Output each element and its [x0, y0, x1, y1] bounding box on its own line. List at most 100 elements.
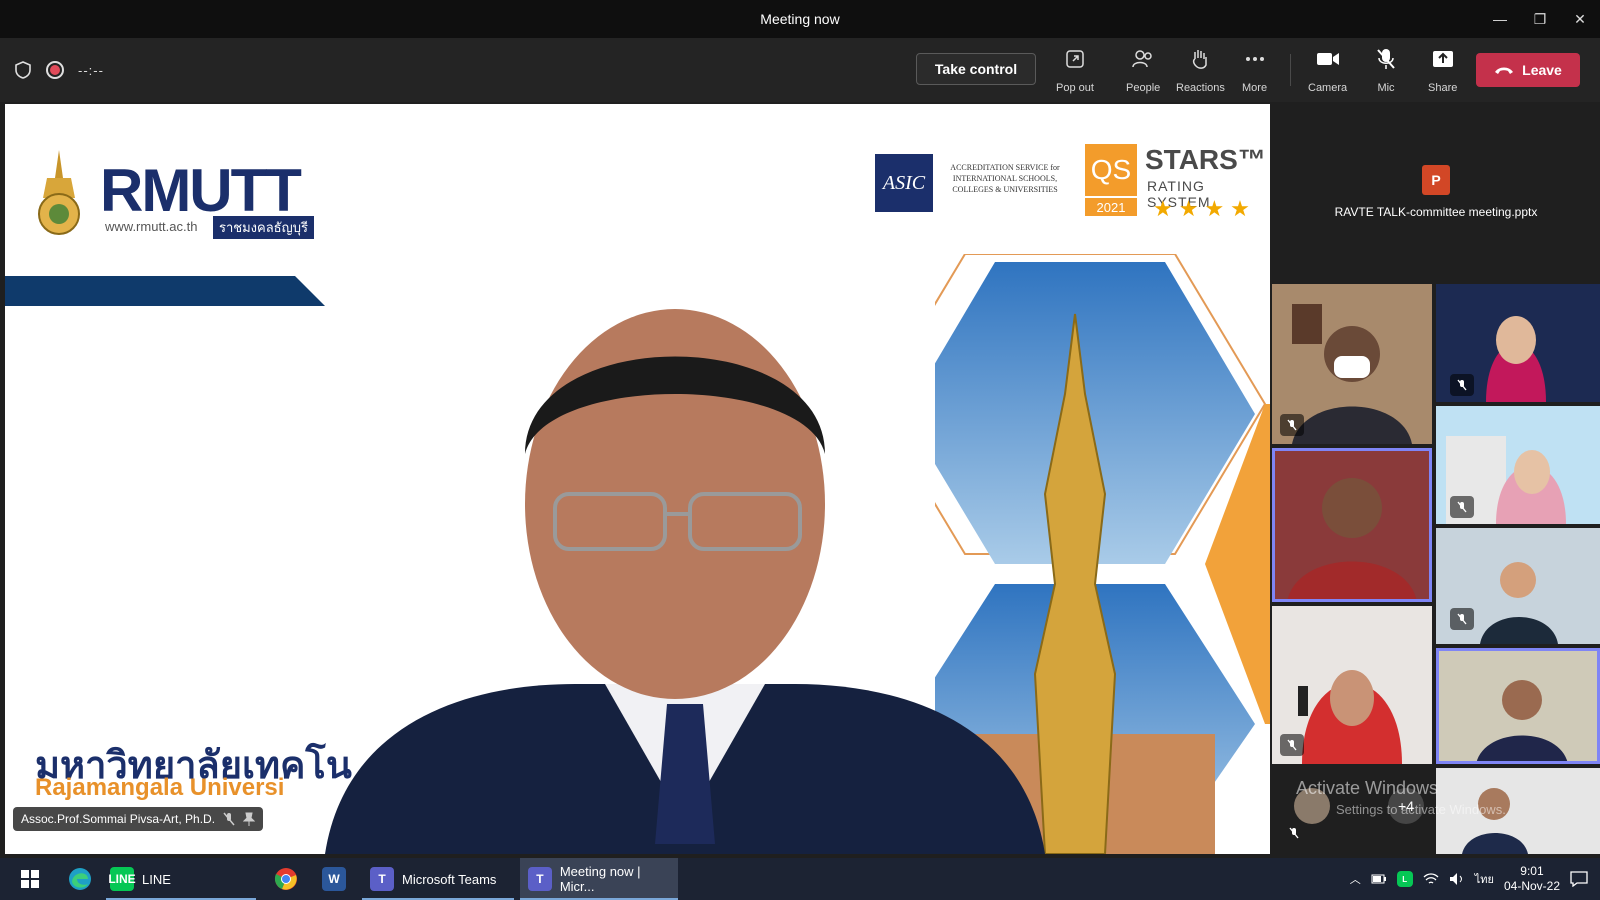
- toolbar-divider: [1290, 54, 1291, 86]
- chrome-icon: [274, 868, 297, 890]
- more-label: More: [1242, 82, 1268, 94]
- activate-windows-subtext: Settings to activate Windows.: [1336, 802, 1506, 817]
- qs-year: 2021: [1085, 198, 1137, 216]
- participant-tile[interactable]: [1272, 606, 1432, 764]
- mic-label: Mic: [1377, 82, 1395, 94]
- meeting-timer: --:--: [78, 62, 104, 78]
- taskbar-meeting[interactable]: T Meeting now | Micr...: [520, 858, 678, 900]
- chevron-up-icon[interactable]: ︿: [1350, 871, 1361, 887]
- popout-icon: [1063, 48, 1087, 70]
- qs-logo: QS: [1085, 144, 1137, 196]
- participant-tile[interactable]: [1436, 284, 1600, 402]
- mic-off-icon: [223, 812, 235, 826]
- participant-tile-active[interactable]: [1436, 648, 1600, 764]
- share-label: Share: [1428, 82, 1458, 94]
- system-tray: ︿ L ไทย 9:01 04-Nov-22: [1350, 858, 1600, 900]
- powerpoint-icon: P: [1422, 165, 1450, 195]
- shared-file-name: RAVTE TALK-committee meeting.pptx: [1334, 205, 1538, 219]
- speaker-video: [325, 309, 1045, 854]
- reactions-label: Reactions: [1176, 82, 1225, 94]
- mic-off-icon: [1374, 48, 1398, 70]
- clock-date: 04-Nov-22: [1503, 879, 1560, 893]
- input-language[interactable]: ไทย: [1475, 870, 1494, 888]
- battery-icon[interactable]: [1371, 874, 1387, 884]
- wifi-icon[interactable]: [1423, 873, 1439, 885]
- taskbar-teams-label: Microsoft Teams: [402, 871, 497, 887]
- leave-label: Leave: [1522, 62, 1562, 78]
- speaker-nametag: Assoc.Prof.Sommai Pivsa-Art, Ph.D.: [13, 807, 264, 831]
- meeting-toolbar: --:-- Take control Pop out People Reacti…: [0, 38, 1600, 102]
- camera-icon: [1316, 48, 1340, 70]
- camera-button[interactable]: Camera: [1308, 48, 1347, 94]
- pin-icon[interactable]: [243, 812, 256, 826]
- share-button[interactable]: Share: [1428, 48, 1457, 94]
- taskbar-line[interactable]: LINE LINE: [106, 858, 256, 900]
- university-emblem-icon: [38, 150, 80, 235]
- blue-stripe: [5, 276, 325, 306]
- rmutt-logo: RMUTT: [100, 157, 302, 224]
- asic-logo: ASIC: [875, 154, 933, 212]
- people-icon: [1131, 48, 1155, 70]
- window-controls: — ❐ ✕: [1480, 0, 1600, 38]
- participant-tile[interactable]: [1272, 284, 1432, 444]
- mic-off-icon: [1280, 414, 1304, 436]
- window-title: Meeting now: [760, 11, 840, 27]
- more-button[interactable]: More: [1242, 48, 1267, 94]
- mic-off-icon: [1450, 374, 1474, 396]
- close-button[interactable]: ✕: [1560, 0, 1600, 38]
- taskbar-chrome[interactable]: [266, 858, 306, 900]
- windows-taskbar: LINE LINE W T Microsoft Teams T Meeting …: [0, 858, 1600, 900]
- title-bar: Meeting now — ❐ ✕: [0, 0, 1600, 38]
- mic-off-icon: [1450, 496, 1474, 518]
- participant-tile[interactable]: [1436, 406, 1600, 524]
- system-clock[interactable]: 9:01 04-Nov-22: [1504, 864, 1560, 894]
- main-video-stage[interactable]: RMUTT www.rmutt.ac.th ราชมงคลธัญบุรี ASI…: [5, 104, 1270, 854]
- start-button[interactable]: [12, 858, 48, 900]
- taskbar-word[interactable]: W: [314, 858, 354, 900]
- shield-icon[interactable]: [14, 61, 32, 79]
- mic-off-icon: [1282, 822, 1306, 844]
- mic-button[interactable]: Mic: [1374, 48, 1398, 94]
- speaker-name: Assoc.Prof.Sommai Pivsa-Art, Ph.D.: [21, 812, 216, 826]
- edge-icon: [69, 868, 91, 890]
- stars-rating: ★★★★: [1153, 196, 1256, 221]
- windows-logo-icon: [21, 870, 39, 888]
- phone-hangup-icon: [1495, 67, 1514, 74]
- english-university-name: Rajamangala Universi: [35, 774, 285, 801]
- participant-tile[interactable]: [1436, 528, 1600, 644]
- reactions-button[interactable]: Reactions: [1176, 48, 1225, 94]
- recording-icon: [46, 61, 64, 79]
- participant-tile-active[interactable]: [1272, 448, 1432, 602]
- hand-icon: [1188, 48, 1212, 70]
- mic-off-icon: [1450, 608, 1474, 630]
- popout-button[interactable]: Pop out: [1056, 48, 1094, 94]
- maximize-button[interactable]: ❐: [1520, 0, 1560, 38]
- teams-icon: T: [370, 867, 394, 891]
- participant-video: [1272, 448, 1432, 602]
- clock-time: 9:01: [1520, 864, 1544, 878]
- people-button[interactable]: People: [1126, 48, 1160, 94]
- camera-label: Camera: [1308, 82, 1348, 94]
- teams-icon: T: [528, 867, 552, 891]
- shared-content-tile[interactable]: P RAVTE TALK-committee meeting.pptx: [1272, 104, 1600, 280]
- asic-text: ACCREDITATION SERVICE for INTERNATIONAL …: [950, 163, 1060, 194]
- taskbar-line-label: LINE: [142, 871, 171, 887]
- take-control-button[interactable]: Take control: [916, 53, 1036, 85]
- activate-windows-watermark: Activate Windows: [1296, 778, 1439, 798]
- share-icon: [1431, 48, 1455, 70]
- minimize-button[interactable]: —: [1480, 0, 1520, 38]
- rmutt-thai-tag: ราชมงคลธัญบุรี: [213, 216, 314, 239]
- notification-icon[interactable]: [1570, 871, 1588, 887]
- line-tray-icon[interactable]: L: [1396, 871, 1413, 887]
- more-icon: [1243, 48, 1267, 70]
- meeting-info: --:--: [14, 38, 104, 102]
- line-icon: LINE: [108, 867, 136, 891]
- taskbar-teams[interactable]: T Microsoft Teams: [362, 858, 514, 900]
- word-icon: W: [322, 867, 346, 891]
- leave-button[interactable]: Leave: [1476, 53, 1580, 87]
- volume-icon[interactable]: [1449, 872, 1465, 886]
- popout-label: Pop out: [1056, 82, 1094, 94]
- participant-video: [1436, 648, 1600, 764]
- people-label: People: [1126, 82, 1161, 94]
- taskbar-edge[interactable]: [60, 858, 100, 900]
